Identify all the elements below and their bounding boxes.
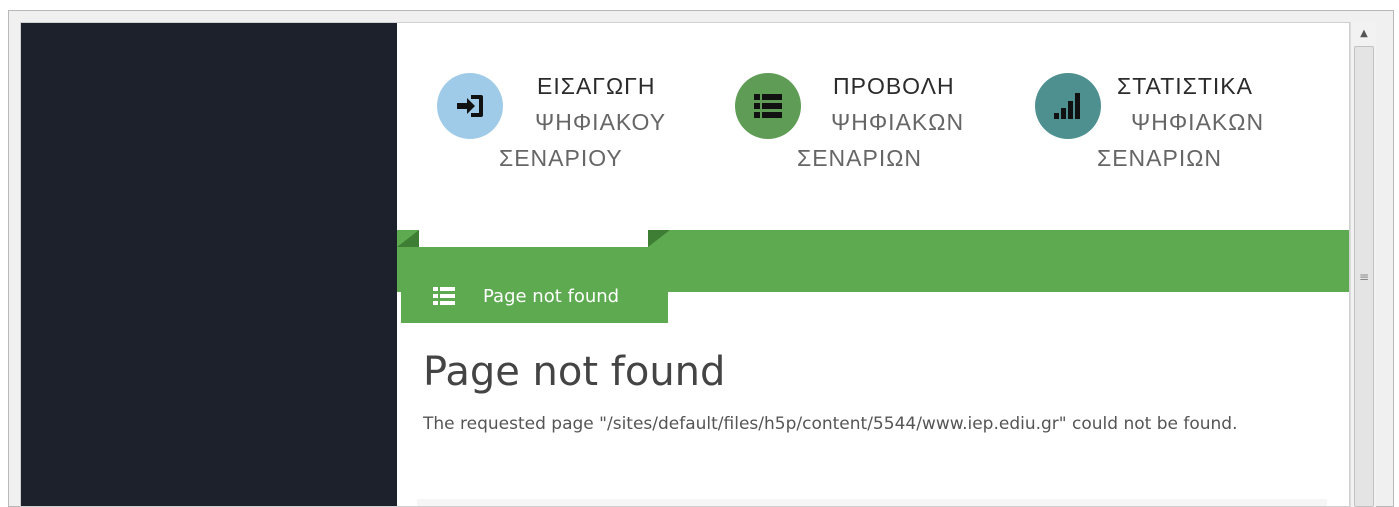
content-box (417, 499, 1327, 506)
main-content: ΕΙΣΑΓΩΓΗ ΨΗΦΙΑΚΟΥ ΣΕΝΑΡΙΟΥ ΠΡΟΒΟΛΗ ΨΗΦΙΑ… (397, 23, 1349, 506)
nav-circle (437, 73, 503, 139)
vertical-scrollbar[interactable]: ▲ ≡ (1350, 22, 1376, 507)
nav-item-subtitle: ΨΗΦΙΑΚΟΥ (535, 109, 667, 135)
nav-item-subtitle: ΨΗΦΙΑΚΩΝ (1131, 109, 1265, 135)
sign-in-icon (457, 95, 483, 117)
nav-item-title: ΕΙΣΑΓΩΓΗ (537, 73, 656, 99)
signal-bars-icon (1054, 93, 1080, 119)
scroll-thumb[interactable]: ≡ (1354, 46, 1374, 507)
tab-fold-left (397, 230, 419, 247)
grip-icon: ≡ (1358, 269, 1370, 284)
page-viewport: ΕΙΣΑΓΩΓΗ ΨΗΦΙΑΚΟΥ ΣΕΝΑΡΙΟΥ ΠΡΟΒΟΛΗ ΨΗΦΙΑ… (20, 22, 1350, 507)
nav-item-view-scenarios[interactable]: ΠΡΟΒΟΛΗ ΨΗΦΙΑΚΩΝ ΣΕΝΑΡΙΩΝ (735, 69, 1005, 179)
error-message: The requested page "/sites/default/files… (423, 414, 1238, 434)
list-icon (754, 94, 782, 118)
nav-item-import-scenario[interactable]: ΕΙΣΑΓΩΓΗ ΨΗΦΙΑΚΟΥ ΣΕΝΑΡΙΟΥ (437, 69, 707, 179)
tab-fold-right (648, 230, 670, 247)
nav-circle (1035, 73, 1101, 139)
nav-item-subtitle-2: ΣΕΝΑΡΙΩΝ (797, 145, 923, 171)
page-title: Page not found (423, 349, 726, 395)
nav-item-title: ΣΤΑΤΙΣΤΙΚΑ (1117, 73, 1253, 99)
nav-item-subtitle-2: ΣΕΝΑΡΙΩΝ (1097, 145, 1223, 171)
list-icon (433, 287, 455, 305)
tab-notch (419, 230, 648, 247)
nav-item-title: ΠΡΟΒΟΛΗ (833, 73, 955, 99)
sidebar (21, 23, 397, 506)
nav-item-subtitle: ΨΗΦΙΑΚΩΝ (831, 109, 965, 135)
scroll-up-arrow-icon[interactable]: ▲ (1351, 22, 1377, 44)
nav-item-scenario-statistics[interactable]: ΣΤΑΤΙΣΤΙΚΑ ΨΗΦΙΑΚΩΝ ΣΕΝΑΡΙΩΝ (1035, 69, 1325, 179)
tab-label: Page not found (483, 286, 620, 307)
page-tab[interactable] (401, 247, 668, 323)
nav-circle (735, 73, 801, 139)
nav-item-subtitle-2: ΣΕΝΑΡΙΟΥ (499, 145, 623, 171)
